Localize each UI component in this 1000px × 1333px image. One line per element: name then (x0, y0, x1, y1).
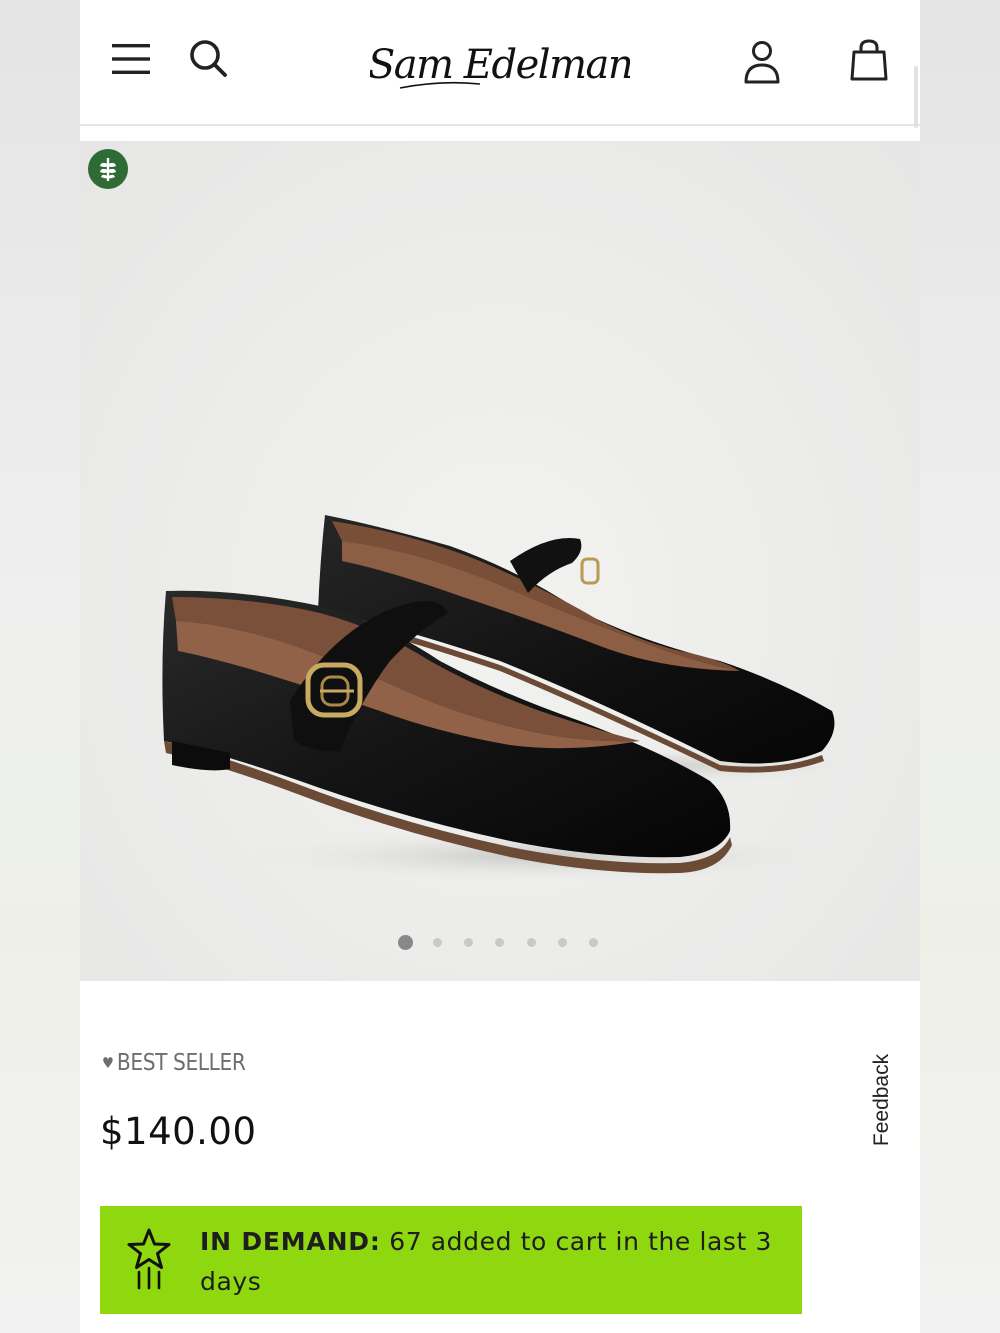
product-price: $140.00 (100, 1110, 257, 1153)
search-button[interactable] (184, 34, 234, 84)
shoe-illustration (162, 515, 870, 882)
heart-icon: ♥ (102, 1054, 114, 1072)
carousel-dot[interactable] (398, 935, 413, 950)
image-carousel-dots (80, 935, 920, 950)
carousel-dot[interactable] (433, 938, 442, 947)
in-demand-banner: IN DEMAND: 67 added to cart in the last … (100, 1206, 802, 1314)
shooting-star-icon (127, 1228, 171, 1290)
product-image[interactable] (80, 141, 920, 981)
account-icon (744, 41, 780, 84)
carousel-dot[interactable] (589, 938, 598, 947)
carousel-dot[interactable] (464, 938, 473, 947)
best-seller-label: BEST SELLER (116, 1050, 246, 1076)
feedback-tab[interactable]: Feedback (862, 1040, 902, 1160)
search-icon (190, 40, 227, 77)
hamburger-menu-icon (112, 44, 150, 74)
background-right (920, 0, 1000, 1333)
in-demand-text: IN DEMAND: 67 added to cart in the last … (200, 1222, 790, 1302)
scrollbar[interactable] (914, 66, 918, 128)
carousel-dot[interactable] (495, 938, 504, 947)
carousel-dot[interactable] (558, 938, 567, 947)
screen: Sam Edelman ♥ BEST SELLER $140.00 Feedba… (0, 0, 1000, 1333)
background-left (0, 0, 80, 1333)
feedback-label: Feedback (870, 1053, 894, 1147)
account-button[interactable] (736, 36, 788, 88)
shopping-bag-icon (850, 39, 888, 81)
menu-button[interactable] (108, 36, 154, 82)
product-page: Sam Edelman ♥ BEST SELLER $140.00 Feedba… (80, 0, 920, 1333)
brand-logo[interactable]: Sam Edelman (368, 22, 634, 102)
site-header: Sam Edelman (80, 0, 920, 128)
cart-button[interactable] (844, 32, 894, 88)
brand-name: Sam Edelman (370, 42, 630, 88)
in-demand-label: IN DEMAND: (200, 1227, 381, 1256)
best-seller-badge: ♥ BEST SELLER (102, 1050, 246, 1076)
carousel-dot[interactable] (527, 938, 536, 947)
